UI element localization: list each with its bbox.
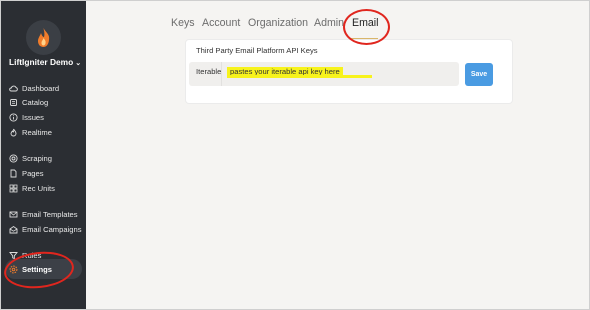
org-name: LiftIgniter Demo	[9, 57, 74, 67]
book-icon	[9, 98, 18, 107]
file-icon	[9, 169, 18, 178]
sidebar-item-label: Email Campaigns	[22, 224, 82, 234]
sidebar-item-email-campaigns[interactable]: Email Campaigns	[9, 223, 82, 235]
sidebar-item-label: Issues	[22, 112, 44, 122]
grid-icon	[9, 184, 18, 193]
annotation-circle-email-tab	[343, 9, 390, 45]
sidebar-item-label: Realtime	[22, 127, 52, 137]
sidebar-item-issues[interactable]: Issues	[9, 111, 44, 123]
tab-organization[interactable]: Organization	[248, 17, 308, 29]
input-divider	[221, 62, 222, 86]
sidebar-item-dashboard[interactable]: Dashboard	[9, 82, 59, 94]
tab-keys[interactable]: Keys	[171, 17, 195, 29]
tab-account[interactable]: Account	[202, 17, 240, 29]
sidebar-item-label: Scraping	[22, 153, 52, 163]
sidebar-item-label: Email Templates	[22, 209, 78, 219]
sidebar-item-label: Dashboard	[22, 83, 60, 93]
sidebar-item-realtime[interactable]: Realtime	[9, 126, 52, 138]
highlighter-mark	[227, 75, 372, 78]
info-icon	[9, 112, 18, 122]
cloud-icon	[9, 84, 18, 93]
sidebar-item-label: Catalog	[22, 97, 49, 107]
target-icon	[9, 153, 18, 163]
main-content: Keys Account Organization Admin Email Th…	[86, 1, 589, 309]
mail-open-icon	[9, 225, 18, 234]
sidebar-item-email-templates[interactable]: Email Templates	[9, 208, 78, 220]
tab-admin[interactable]: Admin	[314, 17, 344, 29]
sidebar-item-label: Rec Units	[22, 183, 55, 193]
sidebar-item-label: Pages	[22, 168, 44, 178]
sidebar-item-pages[interactable]: Pages	[9, 167, 44, 179]
mail-icon	[9, 210, 18, 219]
logo[interactable]	[26, 20, 61, 55]
save-button[interactable]: Save	[465, 63, 493, 86]
sidebar-item-catalog[interactable]: Catalog	[9, 96, 48, 108]
sidebar-item-scraping[interactable]: Scraping	[9, 152, 52, 164]
card-title: Third Party Email Platform API Keys	[196, 46, 318, 55]
app-window: LiftIgniter Demo ⌄ Dashboard Catalog Issu…	[0, 0, 590, 310]
settings-tabs: Keys Account Organization Admin Email	[86, 17, 589, 35]
sidebar-item-rec-units[interactable]: Rec Units	[9, 182, 55, 194]
flame-icon	[9, 128, 18, 137]
org-switcher[interactable]: LiftIgniter Demo ⌄	[9, 57, 87, 67]
chevron-down-icon: ⌄	[75, 60, 82, 67]
flame-logo-icon	[38, 28, 50, 47]
